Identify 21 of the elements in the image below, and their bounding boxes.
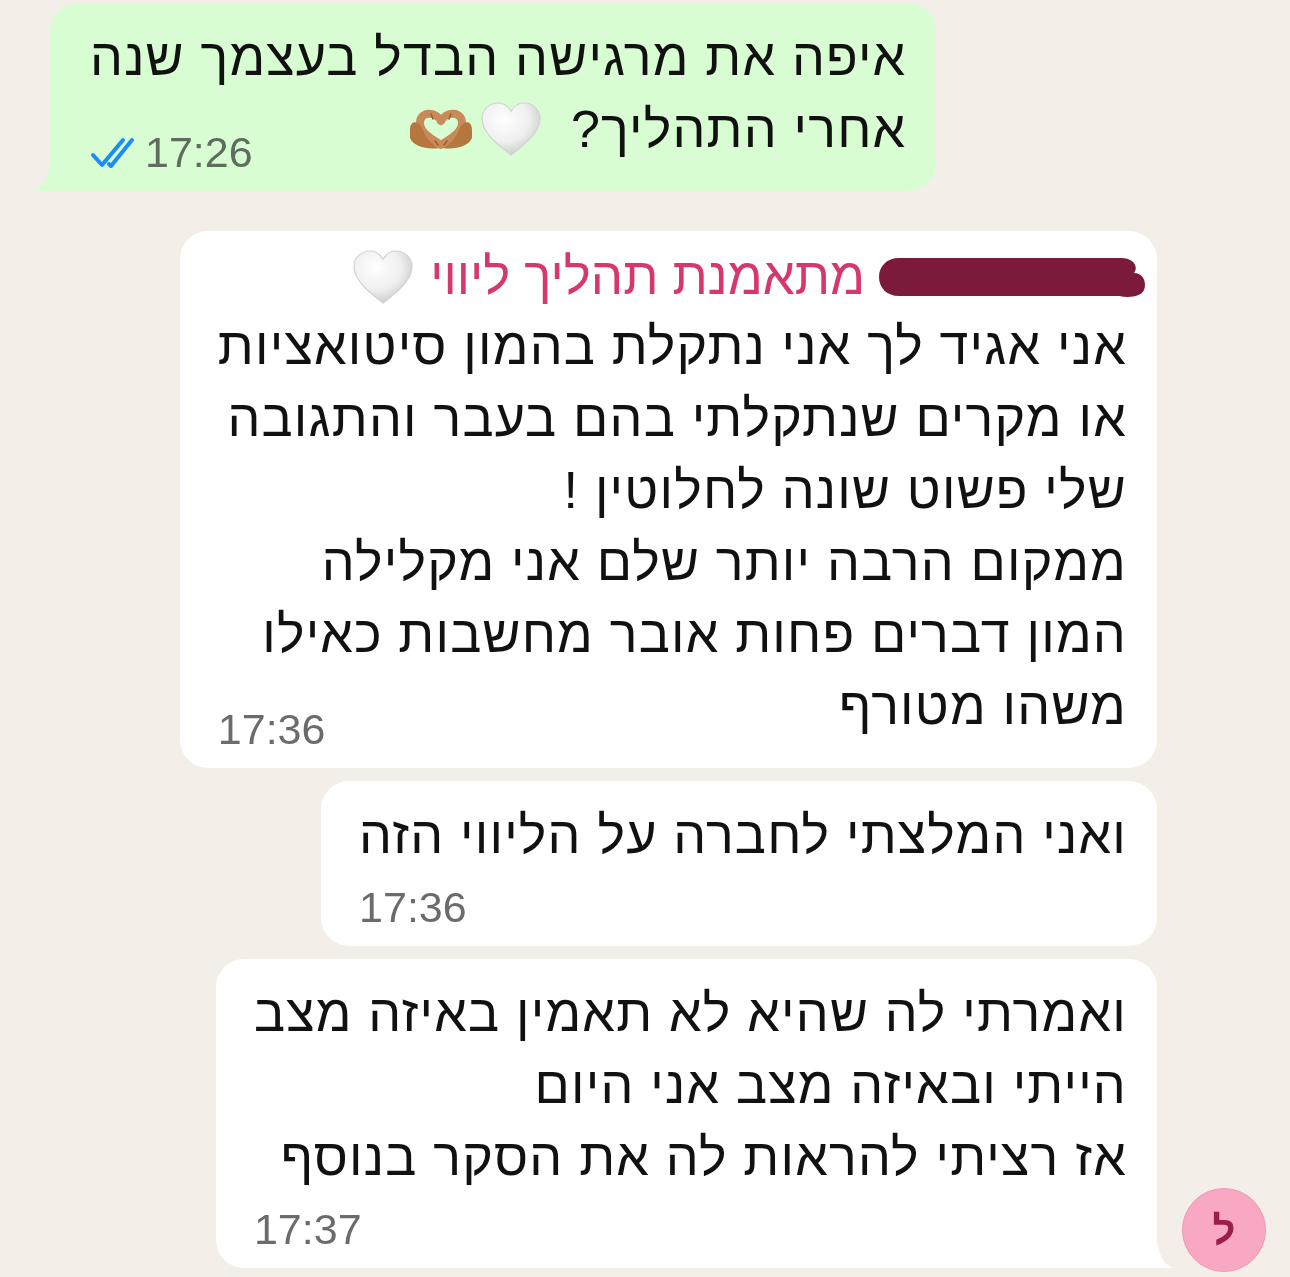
message-time: 17:26 xyxy=(145,127,253,177)
message-text: אז רציתי להראות לה את הסקר בנוסף xyxy=(280,1127,1127,1188)
message-text: שלי פשוט שונה לחלוטין ! xyxy=(563,460,1127,521)
message-text: אני אגיד לך אני נתקלת בהמון סיטואציות xyxy=(217,316,1127,377)
message-text: או מקרים שנתקלתי בהם בעבר והתגובה xyxy=(227,388,1127,449)
message-text: ואני המלצתי לחברה על הליווי הזה xyxy=(359,805,1127,866)
message-text: המון דברים פחות אובר מחשבות כאילו xyxy=(262,604,1127,665)
message-time: 17:37 xyxy=(253,1204,362,1254)
message-text: ממקום הרבה יותר שלם אני מקלילה xyxy=(321,532,1127,593)
avatar[interactable]: ל xyxy=(1182,1188,1266,1272)
message-time: 17:36 xyxy=(359,882,467,932)
message-text: הייתי ובאיזה מצב אני היום xyxy=(534,1055,1127,1116)
message-text: אחרי התהליך? xyxy=(570,99,907,160)
heart-icon xyxy=(480,101,541,157)
sender-name: מתאמנת תהליך ליווי xyxy=(430,249,865,305)
message-time: 17:36 xyxy=(217,704,326,754)
heart-icon xyxy=(353,249,414,305)
message-text: משהו מטורף xyxy=(839,676,1127,737)
heart-hands-icon xyxy=(408,108,473,150)
message-text: איפה את מרגישה הבדל בעצמך שנה xyxy=(90,27,907,88)
message-text: ואמרתי לה שהיא לא תאמין באיזה מצב xyxy=(253,983,1127,1044)
